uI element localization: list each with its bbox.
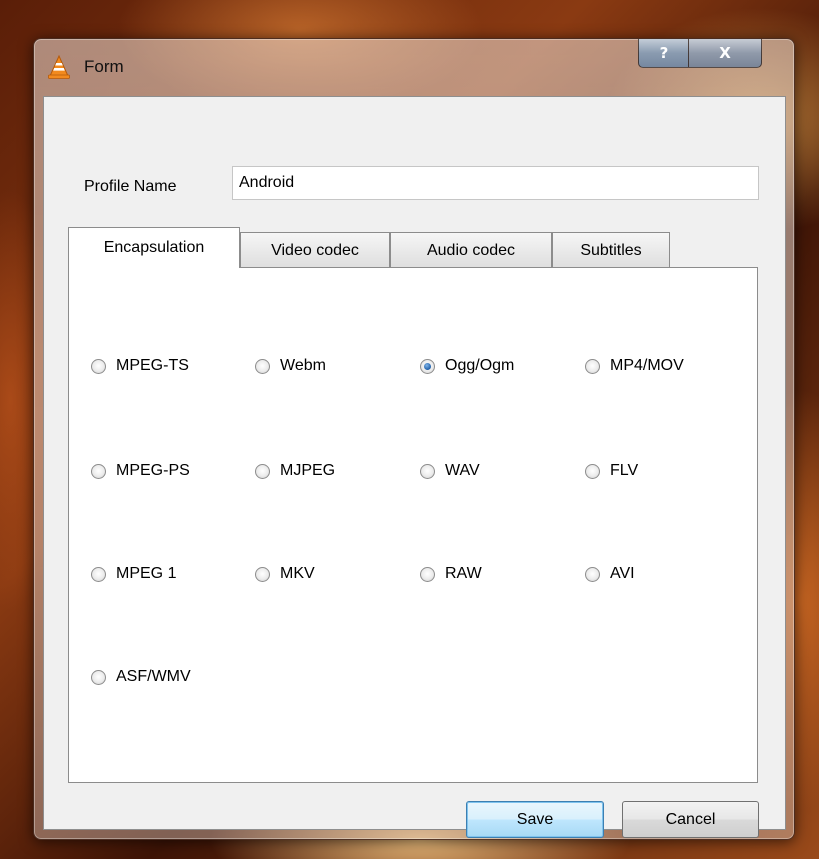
radio-button-icon [91,358,106,374]
radio-label: MPEG-PS [116,462,190,479]
radio-flv[interactable]: FLV [585,462,638,480]
radio-webm[interactable]: Webm [255,357,326,375]
tab-label: Encapsulation [103,239,205,256]
radio-mkv[interactable]: MKV [255,565,315,583]
radio-label: MPEG-TS [116,357,189,374]
radio-button-icon [585,463,600,479]
radio-mpeg-ps[interactable]: MPEG-PS [91,462,190,480]
radio-label: MP4/MOV [610,357,684,374]
form-window: Form ? X Profile Name Encapsulation Vide… [33,38,795,840]
window-title: Form [84,57,124,76]
radio-button-icon [585,358,600,374]
radio-button-icon [585,566,600,582]
tab-audio-codec[interactable]: Audio codec [390,232,552,268]
radio-asf-wmv[interactable]: ASF/WMV [91,668,191,686]
radio-label: Webm [280,357,326,374]
cancel-button[interactable]: Cancel [622,801,759,838]
radio-button-icon [420,566,435,582]
radio-label: AVI [610,565,635,582]
close-icon: X [719,44,731,62]
vlc-cone-icon [48,55,70,79]
radio-raw[interactable]: RAW [420,565,482,583]
radio-wav[interactable]: WAV [420,462,480,480]
tab-label: Audio codec [426,241,516,259]
radio-mjpeg[interactable]: MJPEG [255,462,335,480]
radio-label: WAV [445,462,480,479]
radio-button-icon [420,463,435,479]
encapsulation-panel: MPEG-TS Webm Ogg/Ogm MP4/MOV MPEG-PS MJP… [68,267,758,783]
radio-mpeg-ts[interactable]: MPEG-TS [91,357,189,375]
tab-encapsulation[interactable]: Encapsulation [68,227,240,268]
radio-label: MPEG 1 [116,565,177,582]
tab-label: Subtitles [580,241,642,259]
radio-button-icon [255,566,270,582]
radio-button-icon [255,358,270,374]
dialog-content: Profile Name Encapsulation Video codec A… [43,96,786,838]
save-button[interactable]: Save [466,801,604,838]
radio-button-icon [91,669,106,685]
tab-video-codec[interactable]: Video codec [240,232,390,268]
title-bar[interactable]: Form ? X [34,39,794,95]
radio-ogg-ogm[interactable]: Ogg/Ogm [420,357,514,375]
close-button[interactable]: X [688,39,762,68]
tab-label: Video codec [271,241,359,259]
profile-name-label: Profile Name [84,178,177,195]
radio-label: MKV [280,565,315,582]
radio-label: MJPEG [280,462,336,479]
radio-avi[interactable]: AVI [585,565,635,583]
radio-label: FLV [610,462,639,479]
radio-button-icon [255,463,270,479]
radio-button-icon [91,566,106,582]
radio-label: RAW [445,565,482,582]
tab-subtitles[interactable]: Subtitles [552,232,670,268]
radio-button-icon [91,463,106,479]
radio-label: Ogg/Ogm [445,357,515,374]
radio-mp4-mov[interactable]: MP4/MOV [585,357,684,375]
radio-mpeg-1[interactable]: MPEG 1 [91,565,176,583]
radio-label: ASF/WMV [116,668,191,685]
help-icon: ? [659,44,669,62]
profile-name-input[interactable] [232,166,759,200]
radio-button-selected-icon [420,358,435,374]
help-button[interactable]: ? [638,39,690,68]
